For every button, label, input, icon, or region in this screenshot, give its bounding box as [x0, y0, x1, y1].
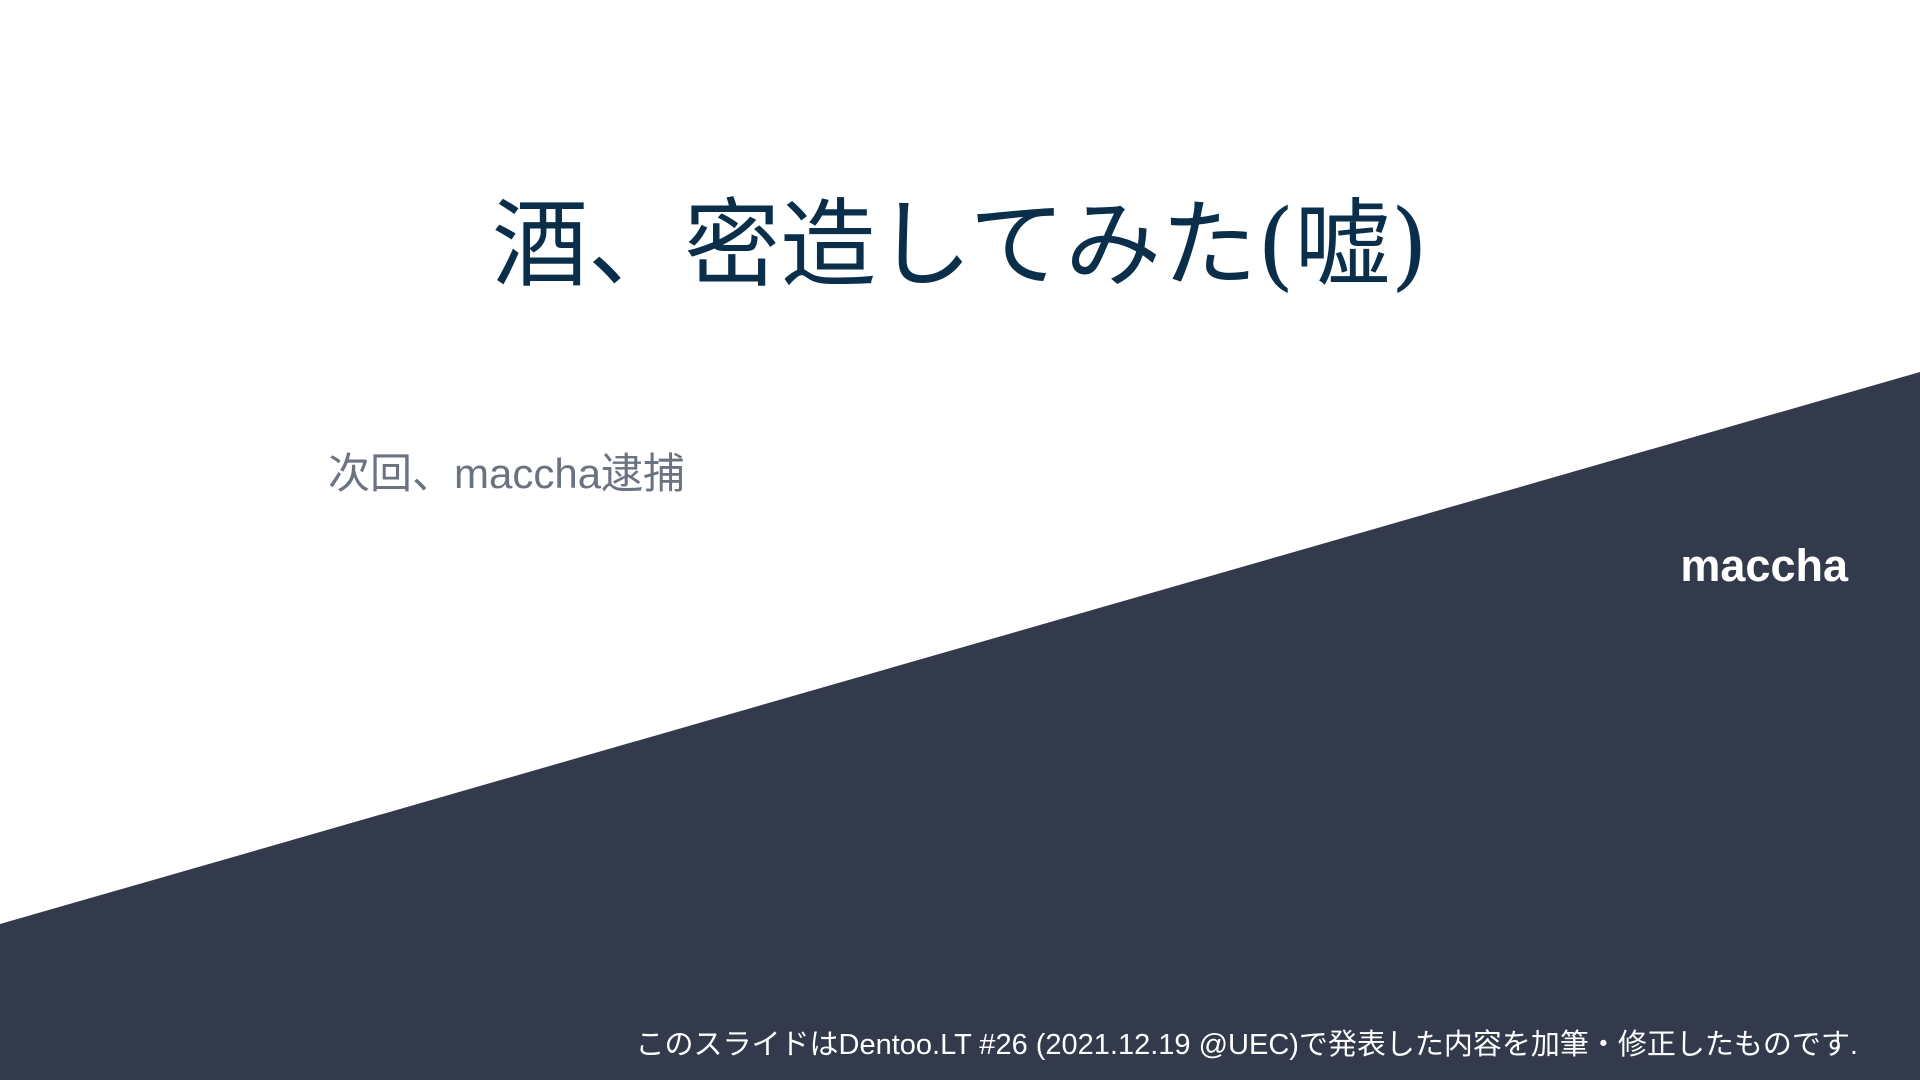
diagonal-band-shape — [0, 372, 1920, 1080]
footer-note: このスライドはDentoo.LT #26 (2021.12.19 @UEC)で発… — [635, 1029, 1858, 1061]
diagonal-band — [0, 372, 1920, 1080]
title-slide: 酒、密造してみた(嘘) 次回、maccha逮捕 maccha このスライドはDe… — [0, 0, 1920, 1080]
slide-title: 酒、密造してみた(嘘) — [491, 189, 1429, 301]
slide-subtitle: 次回、maccha逮捕 — [328, 450, 686, 497]
author-name: maccha — [1680, 540, 1848, 591]
